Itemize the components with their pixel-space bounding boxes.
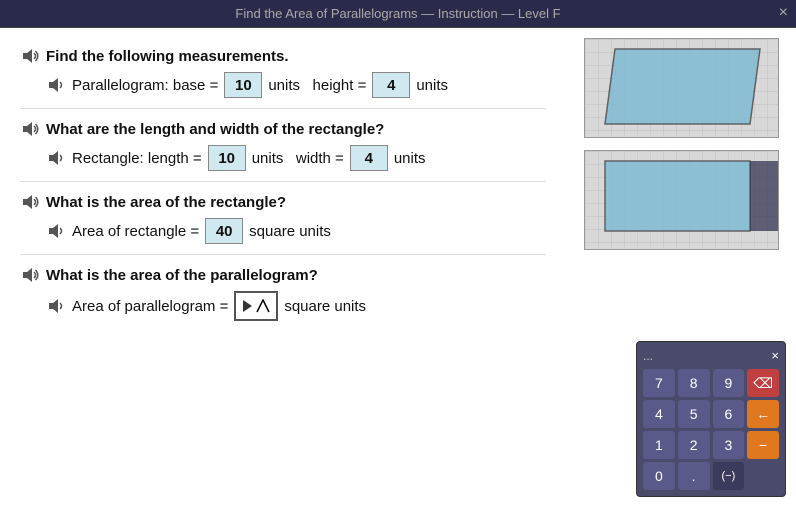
area-rect-value: 40 xyxy=(205,218,243,244)
calc-header: ... × xyxy=(643,348,779,363)
speaker-icon-1b[interactable] xyxy=(46,75,66,95)
rectangle-diagram xyxy=(584,150,779,250)
question-row-3: What is the area of the rectangle? xyxy=(20,192,546,212)
parallelogram-diagram xyxy=(584,38,779,138)
answer-row-4: Area of parallelogram = square units xyxy=(46,291,546,321)
calc-btn-7[interactable]: 7 xyxy=(643,369,675,397)
speaker-icon-4b[interactable] xyxy=(46,296,66,316)
question-row-4: What is the area of the parallelogram? xyxy=(20,265,546,285)
units-label-1: units xyxy=(416,77,448,94)
calc-btn-1[interactable]: 1 xyxy=(643,431,675,459)
question-row-2: What are the length and width of the rec… xyxy=(20,119,546,139)
speaker-icon-2b[interactable] xyxy=(46,148,66,168)
answer-row-2: Rectangle: length = 10 units width = 4 u… xyxy=(46,145,546,171)
section-2: What are the length and width of the rec… xyxy=(20,119,546,182)
height-value: 4 xyxy=(372,72,410,98)
answer-row-3: Area of rectangle = 40 square units xyxy=(46,218,546,244)
calc-btn-5[interactable]: 5 xyxy=(678,400,710,428)
question-row-1: Find the following measurements. xyxy=(20,46,546,66)
base-label: Parallelogram: base = xyxy=(72,77,218,94)
section-4: What is the area of the parallelogram? A… xyxy=(20,265,546,331)
length-value: 10 xyxy=(208,145,246,171)
square-units-label-4: square units xyxy=(284,298,366,315)
question-2-text: What are the length and width of the rec… xyxy=(46,121,384,138)
units-height-label: units height = xyxy=(268,77,366,94)
speaker-icon-3b[interactable] xyxy=(46,221,66,241)
calc-btn-4[interactable]: 4 xyxy=(643,400,675,428)
speaker-icon-3[interactable] xyxy=(20,192,40,212)
units-label-2: units xyxy=(394,150,426,167)
question-1-text: Find the following measurements. xyxy=(46,48,289,65)
calc-btn-0[interactable]: 0 xyxy=(643,462,675,490)
calc-btn-2[interactable]: 2 xyxy=(678,431,710,459)
calc-btn-8[interactable]: 8 xyxy=(678,369,710,397)
calc-btn-dot[interactable]: . xyxy=(678,462,710,490)
question-4-text: What is the area of the parallelogram? xyxy=(46,267,318,284)
rectangle-svg xyxy=(585,151,779,250)
length-label: Rectangle: length = xyxy=(72,150,202,167)
question-3-text: What is the area of the rectangle? xyxy=(46,194,286,211)
answer-row-1: Parallelogram: base = 10 units height = … xyxy=(46,72,546,98)
header-close-button[interactable]: × xyxy=(779,4,788,22)
area-para-input[interactable] xyxy=(234,291,278,321)
cursor-icon xyxy=(242,299,256,313)
area-para-label: Area of parallelogram = xyxy=(72,298,228,315)
calc-btn-backspace[interactable]: ⌫ xyxy=(747,369,779,397)
parallelogram-svg xyxy=(585,39,779,138)
calc-btn-6[interactable]: 6 xyxy=(713,400,745,428)
section-3: What is the area of the rectangle? Area … xyxy=(20,192,546,255)
speaker-icon-4[interactable] xyxy=(20,265,40,285)
area-rect-label: Area of rectangle = xyxy=(72,223,199,240)
header-bar: Find the Area of Parallelograms — Instru… xyxy=(0,0,796,28)
section-1: Find the following measurements. Paralle… xyxy=(20,46,546,109)
calculator: ... × 7 8 9 ⌫ 4 5 6 ← 1 2 3 − 0 . (−) xyxy=(636,341,786,497)
width-value: 4 xyxy=(350,145,388,171)
square-units-label-3: square units xyxy=(249,223,331,240)
speaker-icon-2[interactable] xyxy=(20,119,40,139)
calc-close-button[interactable]: × xyxy=(771,348,779,363)
calc-btn-9[interactable]: 9 xyxy=(713,369,745,397)
left-panel: Find the following measurements. Paralle… xyxy=(0,28,566,507)
speaker-icon-1[interactable] xyxy=(20,46,40,66)
calc-btn-minus[interactable]: − xyxy=(747,431,779,459)
header-title: Find the Area of Parallelograms — Instru… xyxy=(235,6,560,21)
base-value: 10 xyxy=(224,72,262,98)
units-width-label: units width = xyxy=(252,150,344,167)
calc-btn-3[interactable]: 3 xyxy=(713,431,745,459)
calc-btn-left-arrow[interactable]: ← xyxy=(747,400,779,428)
calc-dots: ... xyxy=(643,349,653,363)
calc-grid: 7 8 9 ⌫ 4 5 6 ← 1 2 3 − 0 . (−) xyxy=(643,369,779,490)
calc-btn-negative[interactable]: (−) xyxy=(713,462,745,490)
